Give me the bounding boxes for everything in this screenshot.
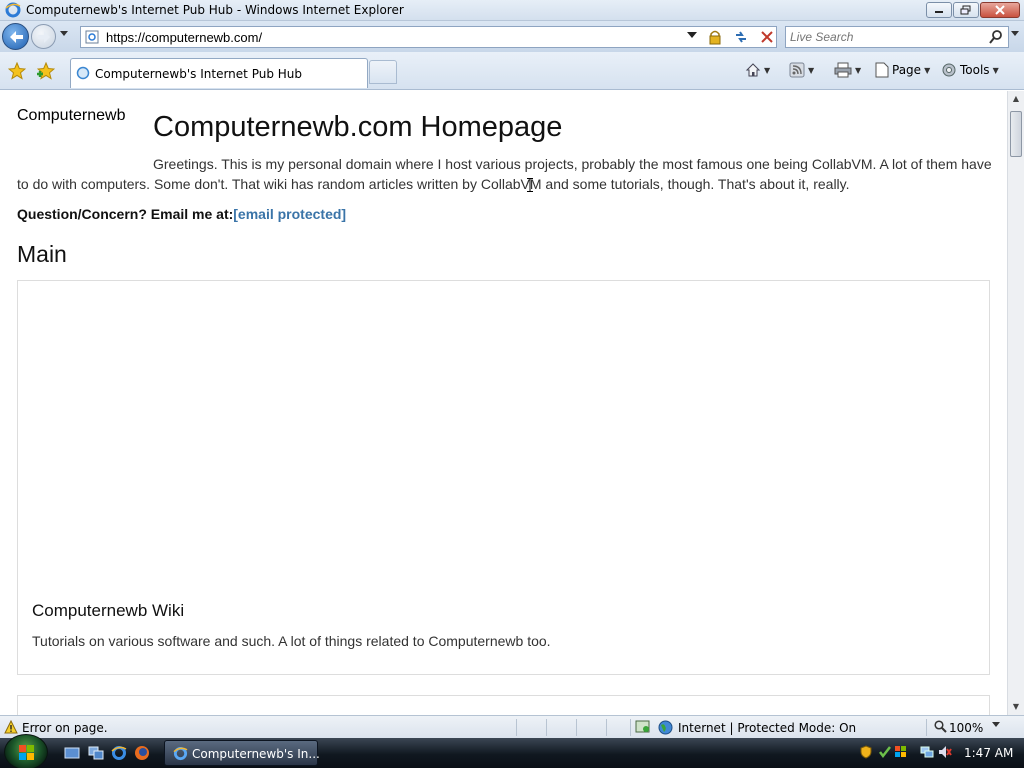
network-icon[interactable]: [920, 745, 934, 759]
feeds-dropdown-icon[interactable]: ▼: [808, 66, 814, 75]
section-heading-main: Main: [17, 241, 67, 267]
title-bar: Computernewb's Internet Pub Hub - Window…: [0, 0, 1024, 21]
page-menu-icon: [875, 62, 889, 78]
scroll-down-button[interactable]: ▼: [1008, 699, 1024, 715]
scrollbar-thumb[interactable]: [1010, 111, 1022, 157]
internet-explorer-icon: [5, 2, 21, 18]
page-title: Computernewb.com Homepage: [153, 111, 563, 143]
windows-update-icon[interactable]: [894, 745, 908, 759]
security-zone-label[interactable]: Internet | Protected Mode: On: [678, 721, 856, 735]
url-text[interactable]: https://computernewb.com/: [106, 30, 262, 45]
page-content: Computernewb Computernewb.com Homepage G…: [0, 91, 1007, 715]
back-button[interactable]: [2, 23, 29, 50]
warning-icon[interactable]: [4, 720, 18, 734]
page-menu-button[interactable]: Page ▼: [875, 62, 930, 78]
address-bar[interactable]: https://computernewb.com/: [80, 26, 777, 48]
feeds-button[interactable]: ▼: [789, 62, 814, 78]
search-icon[interactable]: [988, 29, 1004, 45]
address-dropdown-icon[interactable]: [687, 31, 697, 39]
minimize-icon: [935, 11, 943, 13]
add-to-favorites-icon[interactable]: [37, 62, 55, 80]
restore-button[interactable]: [953, 2, 979, 18]
site-name[interactable]: Computernewb: [17, 107, 126, 125]
home-icon: [745, 63, 761, 77]
switch-windows-icon[interactable]: [88, 745, 104, 761]
status-message[interactable]: Error on page.: [22, 721, 108, 735]
recent-pages-dropdown-icon[interactable]: [60, 31, 68, 37]
scroll-up-button[interactable]: ▲: [1008, 91, 1024, 107]
restore-icon: [960, 5, 971, 15]
close-icon: [995, 5, 1005, 15]
search-box[interactable]: [785, 26, 1009, 48]
card-title[interactable]: Computernewb Wiki: [32, 601, 184, 621]
page-icon: [85, 30, 99, 44]
contact-prompt: Question/Concern? Email me at:: [17, 206, 234, 222]
close-window-button[interactable]: [980, 2, 1020, 18]
status-divider: [630, 719, 631, 736]
text-cursor-icon: [527, 178, 533, 192]
network-check-icon[interactable]: [878, 745, 892, 759]
internet-zone-globe-icon: [658, 720, 673, 735]
contact-line: Question/Concern? Email me at:[email pro…: [17, 206, 346, 222]
tab-label: Computernewb's Internet Pub Hub: [95, 67, 302, 81]
page-menu-label: Page: [892, 63, 922, 77]
status-divider: [606, 719, 607, 736]
rss-feed-icon: [789, 62, 805, 78]
taskbar: Computernewb's In... 1:47 AM: [0, 734, 1024, 768]
protected-mode-icon[interactable]: [635, 720, 651, 734]
firefox-icon[interactable]: [134, 745, 150, 761]
volume-muted-icon[interactable]: [938, 745, 952, 759]
zoom-level[interactable]: 100%: [949, 721, 983, 735]
gear-icon: [942, 63, 956, 77]
print-button[interactable]: ▼: [834, 62, 861, 78]
tools-dropdown-icon: ▼: [992, 65, 999, 75]
stop-icon[interactable]: [759, 29, 775, 45]
print-dropdown-icon[interactable]: ▼: [855, 66, 861, 75]
security-shield-icon[interactable]: [859, 745, 873, 759]
favorites-center-icon[interactable]: [8, 62, 26, 80]
status-divider: [926, 719, 927, 736]
zoom-dropdown-icon[interactable]: [992, 722, 1000, 728]
search-provider-dropdown-icon[interactable]: [1011, 31, 1019, 37]
taskbar-window-button[interactable]: Computernewb's In...: [164, 740, 320, 766]
new-tab-button[interactable]: [369, 60, 397, 84]
intro-paragraph: Greetings. This is my personal domain wh…: [17, 156, 992, 192]
minimize-button[interactable]: [926, 2, 952, 18]
back-arrow-icon: [10, 31, 23, 43]
status-divider: [516, 719, 517, 736]
card-description: Tutorials on various software and such. …: [32, 633, 551, 649]
start-button[interactable]: [4, 734, 48, 768]
loading-icon: [76, 66, 90, 80]
tab-computernewb[interactable]: Computernewb's Internet Pub Hub: [70, 58, 368, 88]
page-dropdown-icon: ▼: [924, 65, 931, 75]
vertical-scrollbar[interactable]: ▲ ▼: [1007, 91, 1024, 715]
forward-arrow-icon: [38, 31, 50, 43]
forward-button[interactable]: [31, 24, 56, 49]
internet-explorer-icon: [173, 746, 188, 761]
tools-menu-button[interactable]: Tools ▼: [941, 62, 999, 78]
internet-explorer-quicklaunch-icon[interactable]: [111, 745, 127, 761]
tools-menu-label: Tools: [960, 63, 990, 77]
next-card[interactable]: [17, 695, 990, 715]
wiki-card[interactable]: Computernewb Wiki Tutorials on various s…: [17, 280, 990, 675]
taskbar-window-label: Computernewb's In...: [192, 747, 320, 761]
status-divider: [576, 719, 577, 736]
clock[interactable]: 1:47 AM: [964, 746, 1013, 760]
search-input[interactable]: [790, 29, 980, 45]
status-bar: Error on page. Internet | Protected Mode…: [0, 715, 1024, 738]
zoom-icon[interactable]: [934, 720, 947, 733]
printer-icon: [834, 62, 852, 78]
lock-icon[interactable]: [707, 29, 723, 45]
email-link[interactable]: [email protected]: [233, 206, 346, 222]
home-dropdown-icon[interactable]: ▼: [764, 66, 770, 75]
refresh-icon[interactable]: [733, 29, 749, 45]
status-divider: [546, 719, 547, 736]
navigation-bar: https://computernewb.com/: [0, 21, 1024, 52]
home-button[interactable]: ▼: [745, 62, 770, 78]
window-title: Computernewb's Internet Pub Hub - Window…: [26, 3, 404, 17]
show-desktop-icon[interactable]: [64, 745, 80, 761]
tab-bar: Computernewb's Internet Pub Hub ▼ ▼ ▼ Pa…: [0, 52, 1024, 90]
windows-logo-icon: [19, 745, 34, 760]
